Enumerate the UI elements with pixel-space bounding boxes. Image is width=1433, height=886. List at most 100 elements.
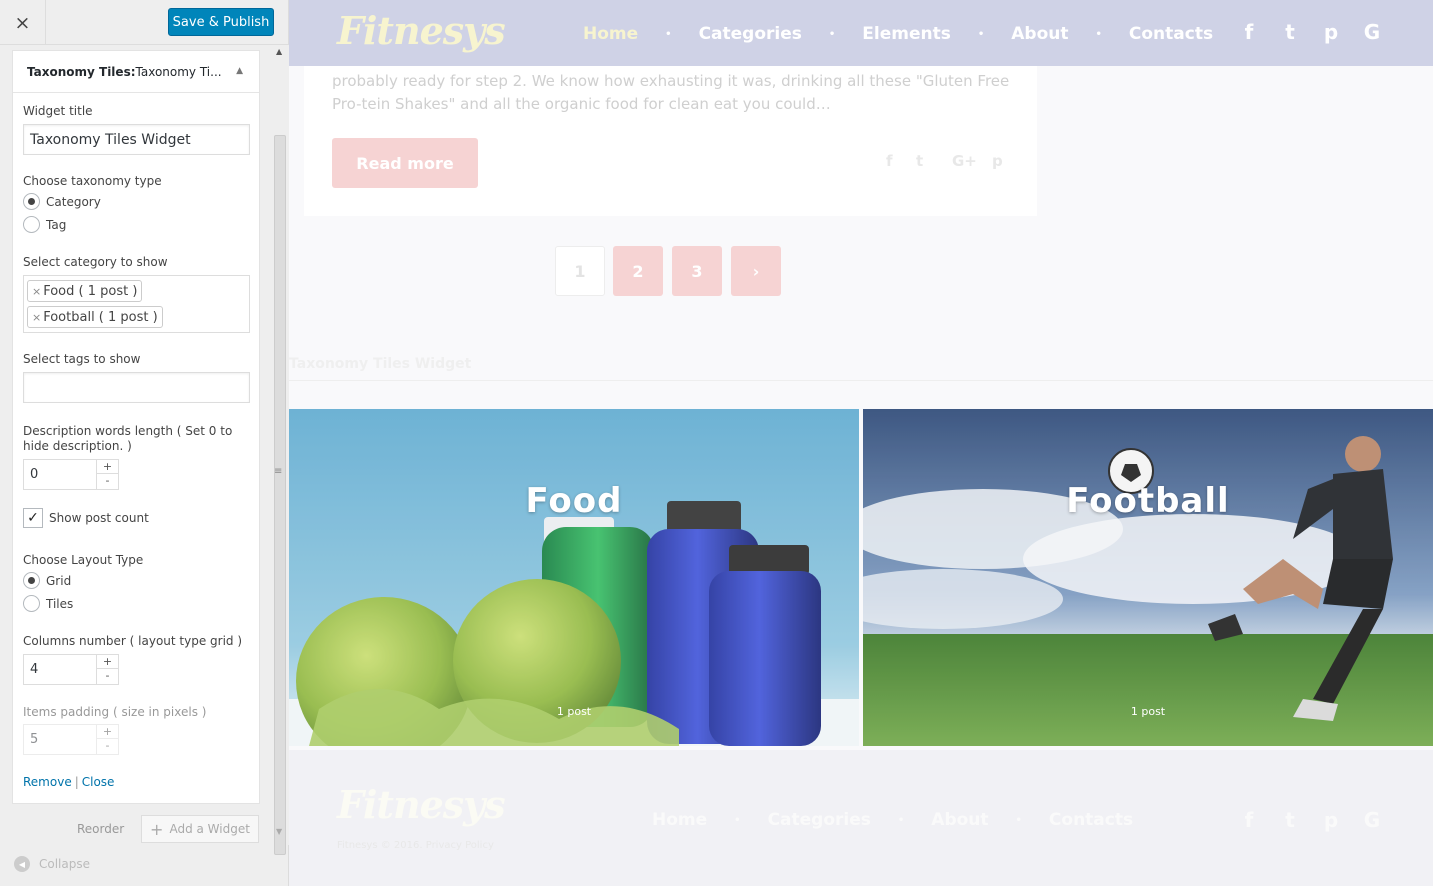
google-icon[interactable]: G [1362, 20, 1382, 44]
twitter-icon[interactable]: t [1280, 808, 1300, 832]
site-footer: Fitnesys Home • Categories • About • Contac… [289, 750, 1433, 886]
collapse-button[interactable]: ◀ Collapse [14, 856, 90, 872]
sidebar-scrollbar[interactable]: ▲ ▼ [271, 45, 289, 855]
nav-elements[interactable]: Elements [862, 24, 951, 44]
save-publish-button[interactable]: Save & Publish [168, 8, 274, 36]
widget-title-input[interactable]: Taxonomy Tiles Widget [23, 124, 250, 155]
increment-button[interactable]: + [97, 725, 118, 739]
tile-food-title: Food [525, 481, 623, 521]
tile-football-count: 1 post [1130, 705, 1166, 718]
post-card: probably ready for step 2. We know how e… [304, 66, 1037, 216]
stepper-value: 5 [30, 732, 39, 747]
stepper-value: 0 [30, 467, 39, 482]
plus-icon: + [150, 819, 164, 839]
nav-contacts[interactable]: Contacts [1129, 24, 1213, 44]
radio-tiles[interactable]: Tiles [23, 595, 73, 612]
category-multiselect[interactable]: × Food ( 1 post ) × Football ( 1 post ) [23, 275, 250, 333]
page-2[interactable]: 2 [613, 246, 663, 296]
customizer-sidebar: × Save & Publish Taxonomy Tiles: Taxonom… [0, 0, 289, 886]
nav-categories[interactable]: Categories [699, 24, 802, 44]
nav-home[interactable]: Home [583, 24, 638, 44]
layout-type-label: Choose Layout Type [23, 553, 144, 567]
page-1[interactable]: 1 [555, 246, 605, 296]
footer-nav-contacts[interactable]: Contacts [1049, 810, 1133, 830]
resize-grip-icon[interactable]: ≡ [274, 466, 282, 477]
page-3[interactable]: 3 [672, 246, 722, 296]
share-pinterest-icon[interactable]: p [992, 152, 1003, 170]
padding-label: Items padding ( size in pixels ) [23, 705, 207, 719]
remove-link[interactable]: Remove [23, 775, 72, 789]
tags-input[interactable] [23, 372, 250, 403]
radio-dot-checked[interactable] [23, 572, 40, 589]
close-icon[interactable]: × [0, 0, 46, 45]
radio-category-label: Category [46, 194, 101, 209]
facebook-icon[interactable]: f [1239, 20, 1259, 44]
chip-food[interactable]: × Food ( 1 post ) [27, 280, 143, 302]
nav-about[interactable]: About [1011, 24, 1068, 44]
widget-panel: Taxonomy Tiles: Taxonomy Ti... ▲ Widget … [12, 50, 260, 804]
widget-title-label: Widget title [23, 104, 93, 118]
show-post-count-checkbox[interactable]: ✓ [23, 508, 43, 528]
facebook-icon[interactable]: f [1239, 808, 1259, 832]
divider [289, 380, 1433, 381]
decrement-button[interactable]: - [97, 669, 118, 683]
chip-football[interactable]: × Football ( 1 post ) [27, 306, 163, 328]
add-widget-label: Add a Widget [169, 822, 250, 836]
main-nav: Home • Categories • Elements • About • Conta… [583, 24, 1214, 44]
radio-tag[interactable]: Tag [23, 216, 66, 233]
scrollbar-thumb[interactable] [274, 135, 286, 855]
tile-football-title: Football [1066, 481, 1230, 521]
taxonomy-type-label: Choose taxonomy type [23, 174, 162, 188]
share-twitter-icon[interactable]: t [916, 152, 923, 170]
remove-chip-icon[interactable]: × [32, 311, 41, 324]
radio-grid-label: Grid [46, 573, 72, 588]
reorder-link[interactable]: Reorder [77, 822, 124, 836]
site-preview: Fitnesys Home • Categories • Elements • Abo… [289, 0, 1433, 886]
food-image [289, 409, 859, 746]
site-logo[interactable]: Fitnesys [337, 8, 506, 53]
google-icon[interactable]: G [1362, 808, 1382, 832]
share-facebook-icon[interactable]: f [886, 152, 893, 170]
radio-dot-checked[interactable] [23, 193, 40, 210]
footer-nav-categories[interactable]: Categories [768, 810, 871, 830]
tile-food[interactable]: Food 1 post [289, 409, 859, 746]
show-post-count-label: Show post count [49, 511, 149, 525]
pinterest-icon[interactable]: p [1321, 808, 1341, 832]
tile-football[interactable]: Football 1 post [863, 409, 1433, 746]
pinterest-icon[interactable]: p [1321, 20, 1341, 44]
stepper-value: 4 [30, 662, 39, 677]
columns-stepper[interactable]: 4 + - [23, 654, 119, 685]
widget-header[interactable]: Taxonomy Tiles: Taxonomy Ti... ▲ [13, 51, 259, 93]
radio-category[interactable]: Category [23, 193, 101, 210]
decrement-button[interactable]: - [97, 474, 118, 488]
footer-nav-about[interactable]: About [931, 810, 988, 830]
tags-select-label: Select tags to show [23, 352, 141, 366]
page-next[interactable]: › [731, 246, 781, 296]
share-googleplus-icon[interactable]: G+ [952, 152, 977, 170]
widget-header-type: Taxonomy Tiles: [27, 64, 136, 79]
scroll-down-icon[interactable]: ▼ [276, 827, 282, 836]
twitter-icon[interactable]: t [1280, 20, 1300, 44]
description-length-stepper[interactable]: 0 + - [23, 459, 119, 490]
widget-actions: Remove | Close [23, 775, 115, 789]
radio-dot[interactable] [23, 216, 40, 233]
scroll-up-icon[interactable]: ▲ [276, 47, 282, 56]
collapse-arrow-icon[interactable]: ▲ [236, 66, 243, 76]
collapse-label: Collapse [39, 857, 90, 871]
taxonomy-widget-title: Taxonomy Tiles Widget [289, 356, 472, 372]
chip-label: Football ( 1 post ) [43, 309, 158, 325]
close-link[interactable]: Close [82, 775, 115, 789]
footer-copyright: Fitnesys © 2016. Privacy Policy [337, 840, 494, 851]
decrement-button[interactable]: - [97, 739, 118, 753]
show-post-count-row[interactable]: ✓ Show post count [23, 508, 149, 528]
increment-button[interactable]: + [97, 460, 118, 474]
footer-nav-home[interactable]: Home [652, 810, 707, 830]
remove-chip-icon[interactable]: × [32, 285, 41, 298]
radio-dot[interactable] [23, 595, 40, 612]
footer-logo[interactable]: Fitnesys [337, 782, 506, 827]
add-widget-button[interactable]: + Add a Widget [141, 815, 259, 843]
increment-button[interactable]: + [97, 655, 118, 669]
radio-grid[interactable]: Grid [23, 572, 71, 589]
padding-stepper[interactable]: 5 + - [23, 724, 119, 755]
read-more-button[interactable]: Read more [332, 138, 478, 188]
